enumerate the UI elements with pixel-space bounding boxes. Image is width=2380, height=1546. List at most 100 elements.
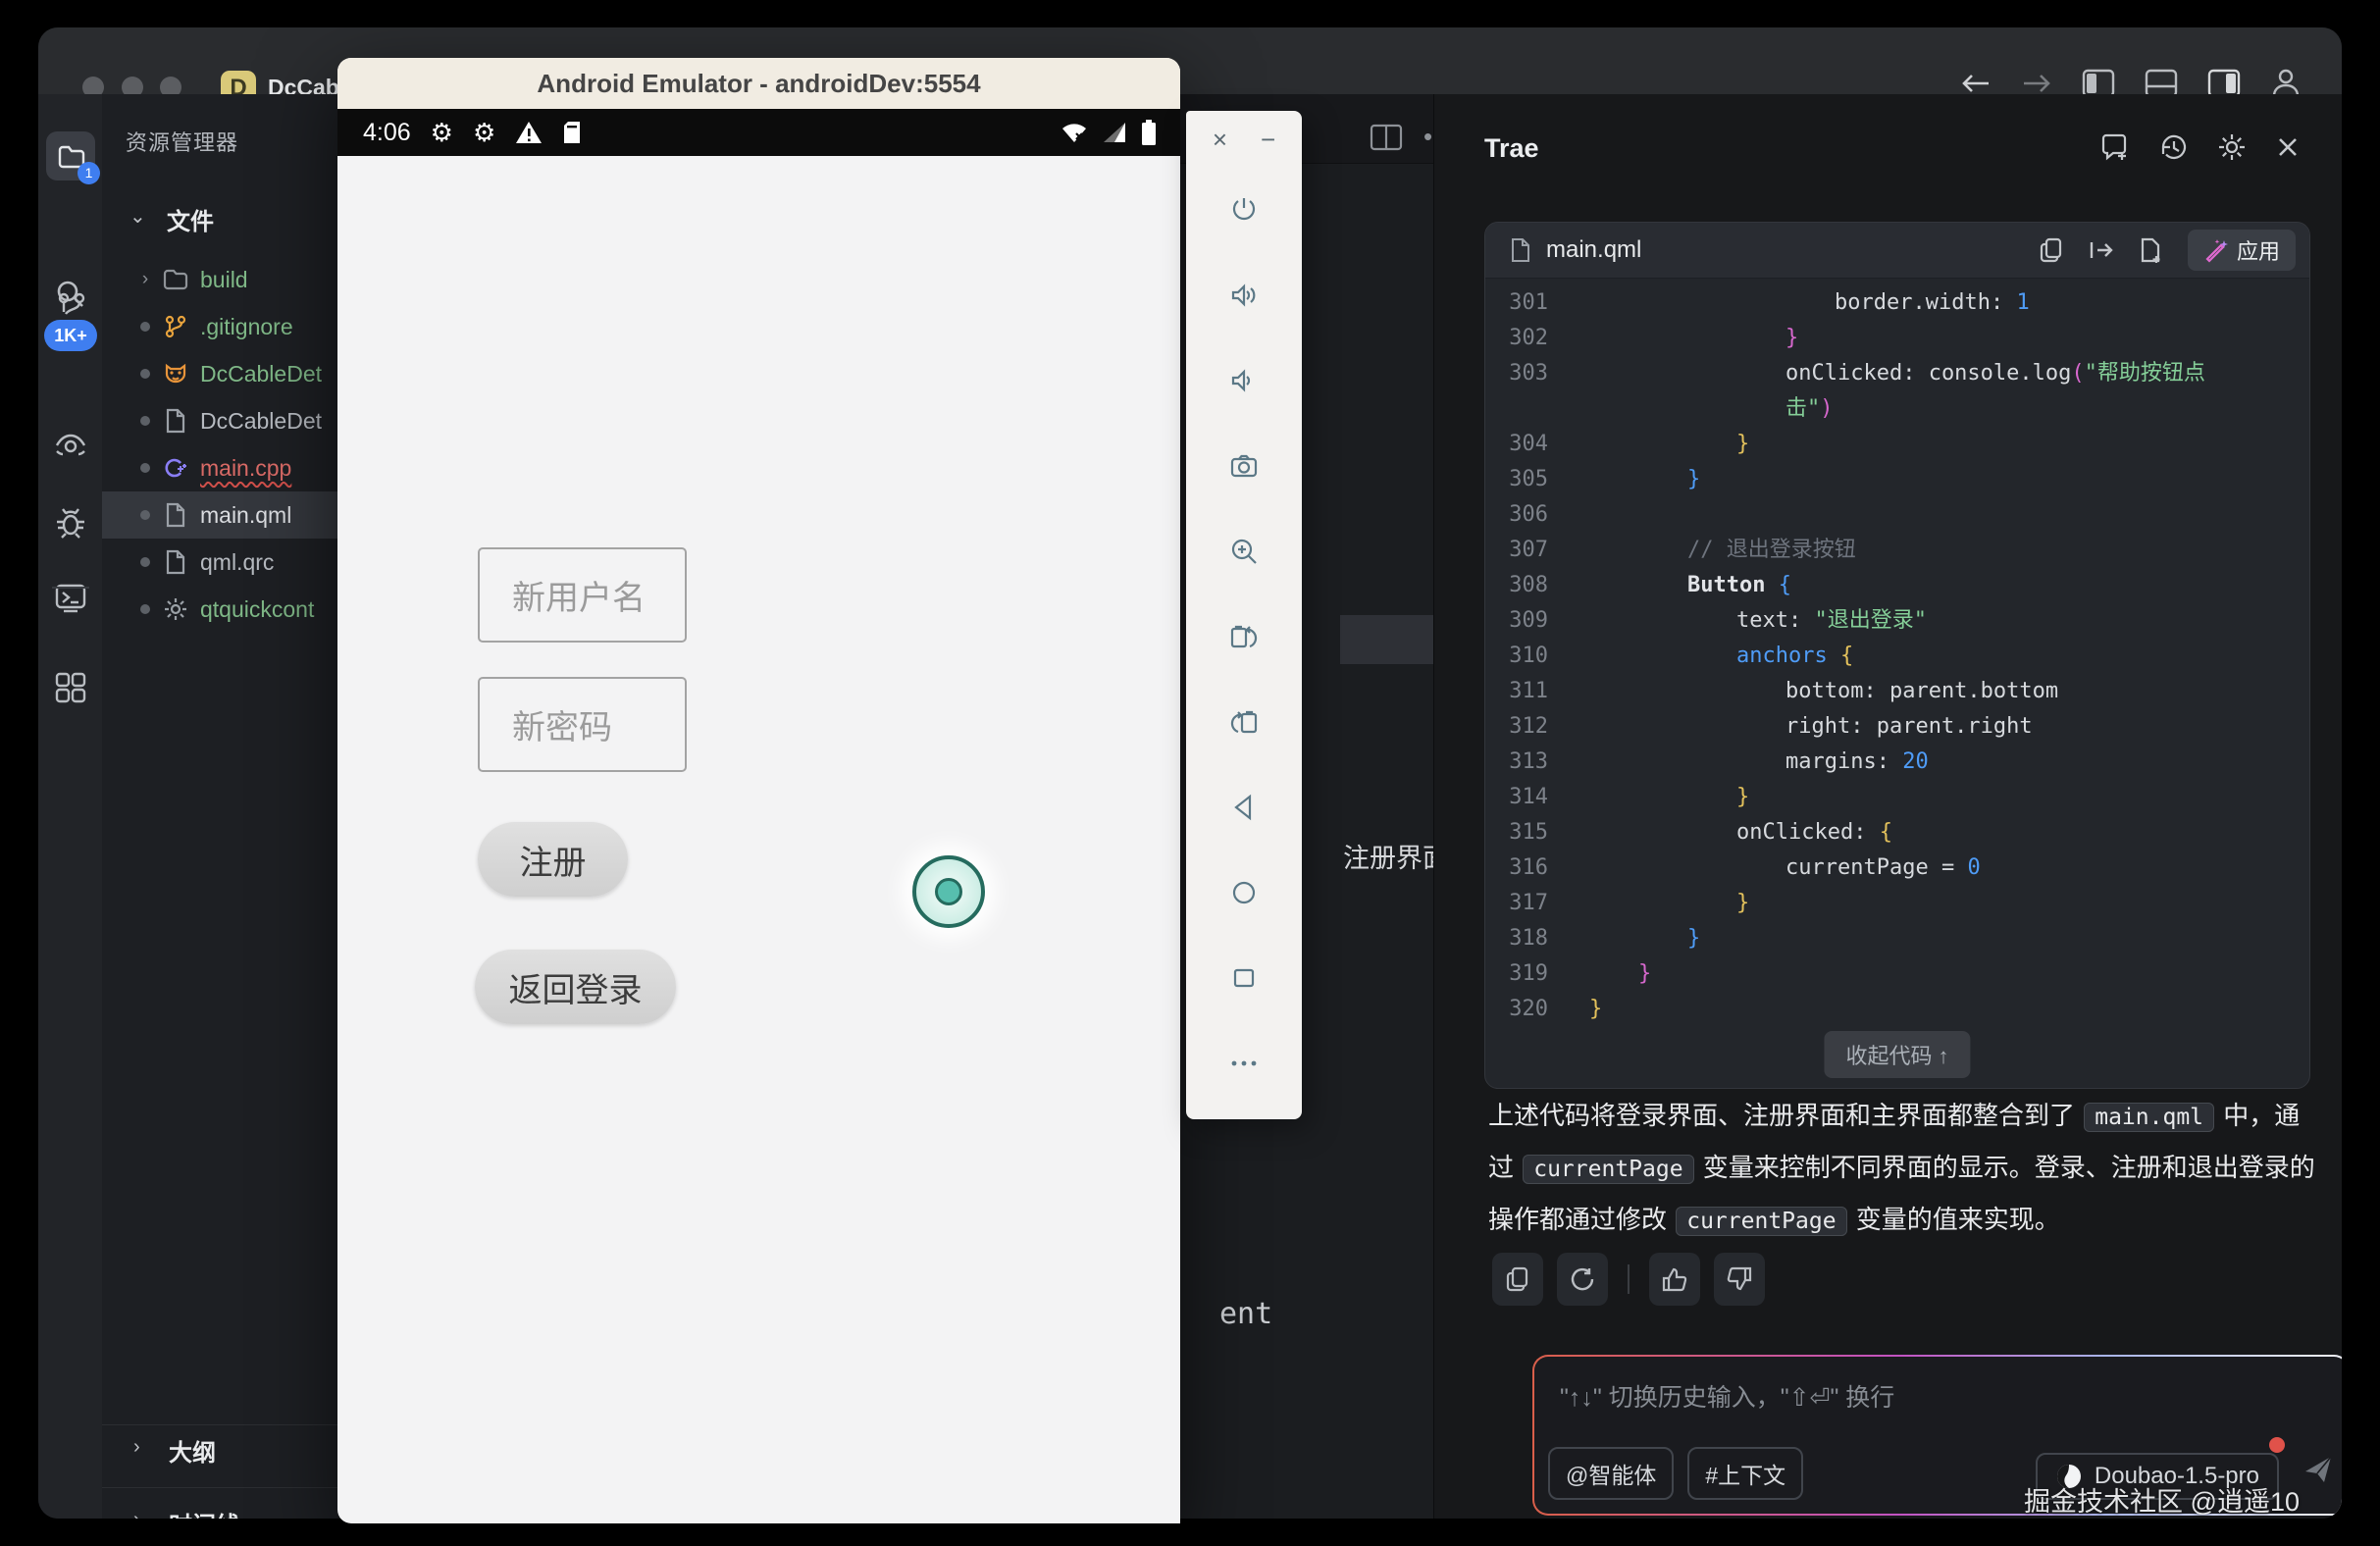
code-line: 319} [1485,956,2309,992]
trae-panel: Trae [1433,94,2342,1519]
code-line: 302} [1485,321,2309,356]
modified-dot [135,457,155,479]
code-line: 306 [1485,497,2309,533]
modified-dot [135,363,155,385]
send-button[interactable] [2301,1452,2336,1492]
radio-button[interactable] [912,855,985,928]
code-line: 314} [1485,780,2309,815]
chevron-down-icon: ⌄ [129,204,146,229]
code-line: 316currentPage = 0 [1485,850,2309,886]
rotate-right-icon[interactable] [1227,706,1261,738]
modified-dot [135,316,155,337]
code-line: 301border.width: 1 [1485,285,2309,321]
inline-code: main.qml [2084,1103,2214,1132]
rotate-left-icon[interactable] [1227,621,1261,652]
volume-up-icon[interactable] [1227,280,1261,311]
close-icon[interactable]: × [1213,125,1227,155]
explorer-badge: 1 [78,162,100,184]
history-icon[interactable] [2158,131,2190,163]
chevron-right-icon: › [135,269,155,290]
activity-debug[interactable] [38,506,102,540]
back-icon[interactable] [1227,792,1261,823]
zoom-in-icon[interactable] [1227,536,1261,567]
agent-chip[interactable]: @智能体 [1548,1447,1674,1500]
file-icon [1509,236,1532,264]
close-icon[interactable] [2274,133,2302,161]
file-icon [165,549,186,575]
activity-preview[interactable] [38,430,102,461]
modified-dot [135,504,155,526]
emulator-title: Android Emulator - androidDev:5554 [537,69,980,99]
new-file-icon[interactable] [2139,236,2164,264]
code-card: main.qml [1484,222,2310,1089]
nav-back-icon[interactable] [1959,70,1992,97]
activity-extensions[interactable] [38,671,102,704]
thumbs-down-button[interactable] [1714,1253,1765,1306]
register-button[interactable]: 注册 [478,822,628,897]
regenerate-button[interactable] [1557,1253,1608,1306]
insert-code-icon[interactable] [2088,236,2115,264]
minimize-icon[interactable]: − [1261,125,1275,155]
volume-down-icon[interactable] [1227,365,1261,396]
password-input[interactable]: 新密码 [478,677,687,772]
code-block: 301border.width: 1302}303onClicked: cons… [1485,279,2309,1027]
power-icon[interactable] [1227,194,1261,226]
file-label: main.cpp [200,455,291,482]
file-icon [165,502,186,528]
apply-label: 应用 [2237,234,2280,266]
modified-dot [135,598,155,620]
files-section-label: 文件 [167,202,214,236]
android-status-bar: 4:06 ⚙ ⚙ [337,109,1180,156]
back-to-login-button[interactable]: 返回登录 [475,950,676,1024]
emulator-titlebar[interactable]: Android Emulator - androidDev:5554 [337,58,1180,109]
username-input[interactable]: 新用户名 [478,547,687,643]
code-line: 318} [1485,921,2309,956]
activity-divider [52,587,89,589]
split-editor-icon[interactable] [1370,124,1403,151]
folder-icon [163,269,188,290]
message-actions [1492,1253,1765,1306]
file-icon [165,408,186,434]
more-icon[interactable] [1227,1048,1261,1079]
file-label: qtquickcont [200,596,314,623]
code-line: 313margins: 20 [1485,745,2309,780]
timeline-label: 时间线 [169,1506,239,1519]
code-line: 315onClicked: { [1485,815,2309,850]
bug-icon [54,506,87,540]
send-icon [2301,1452,2336,1487]
editor-code-fragment: ent [1219,1297,1272,1331]
gear-icon [164,597,187,621]
gear-icon: ⚙ [473,118,495,148]
collapse-code-button[interactable]: 收起代码 ↑ [1824,1031,1970,1078]
message-text: 上述代码将登录界面、注册界面和主界面都整合到了 [1488,1101,2082,1130]
activity-bar: 1 1K+ [38,94,102,1519]
new-chat-icon[interactable] [2100,131,2132,163]
copy-icon[interactable] [2039,236,2064,264]
signal-icon [1102,121,1127,144]
apply-code-button[interactable]: 应用 [2188,230,2296,271]
file-label: build [200,267,248,293]
copy-message-button[interactable] [1492,1253,1543,1306]
home-icon[interactable] [1227,877,1261,908]
cat-icon [163,362,188,386]
thumbs-up-button[interactable] [1649,1253,1700,1306]
code-line: 308Button { [1485,568,2309,603]
camera-icon[interactable] [1227,450,1261,482]
overview-icon[interactable] [1227,962,1261,994]
warning-icon [515,120,543,145]
context-chip[interactable]: #上下文 [1687,1447,1803,1500]
code-line: 317} [1485,886,2309,921]
sdcard-icon [562,120,582,145]
chevron-right-icon: › [133,1436,140,1459]
file-label: .gitignore [200,314,293,340]
radio-button-inner [935,878,962,905]
nav-forward-icon[interactable] [2020,70,2053,97]
status-time: 4:06 [363,119,411,147]
code-card-actions: 应用 [2039,230,2296,271]
modified-dot [135,551,155,573]
file-label: DcCableDet [200,408,322,435]
git-icon [164,315,187,338]
gear-icon[interactable] [2216,131,2248,163]
file-label: main.qml [200,502,291,529]
code-line: 304} [1485,427,2309,462]
